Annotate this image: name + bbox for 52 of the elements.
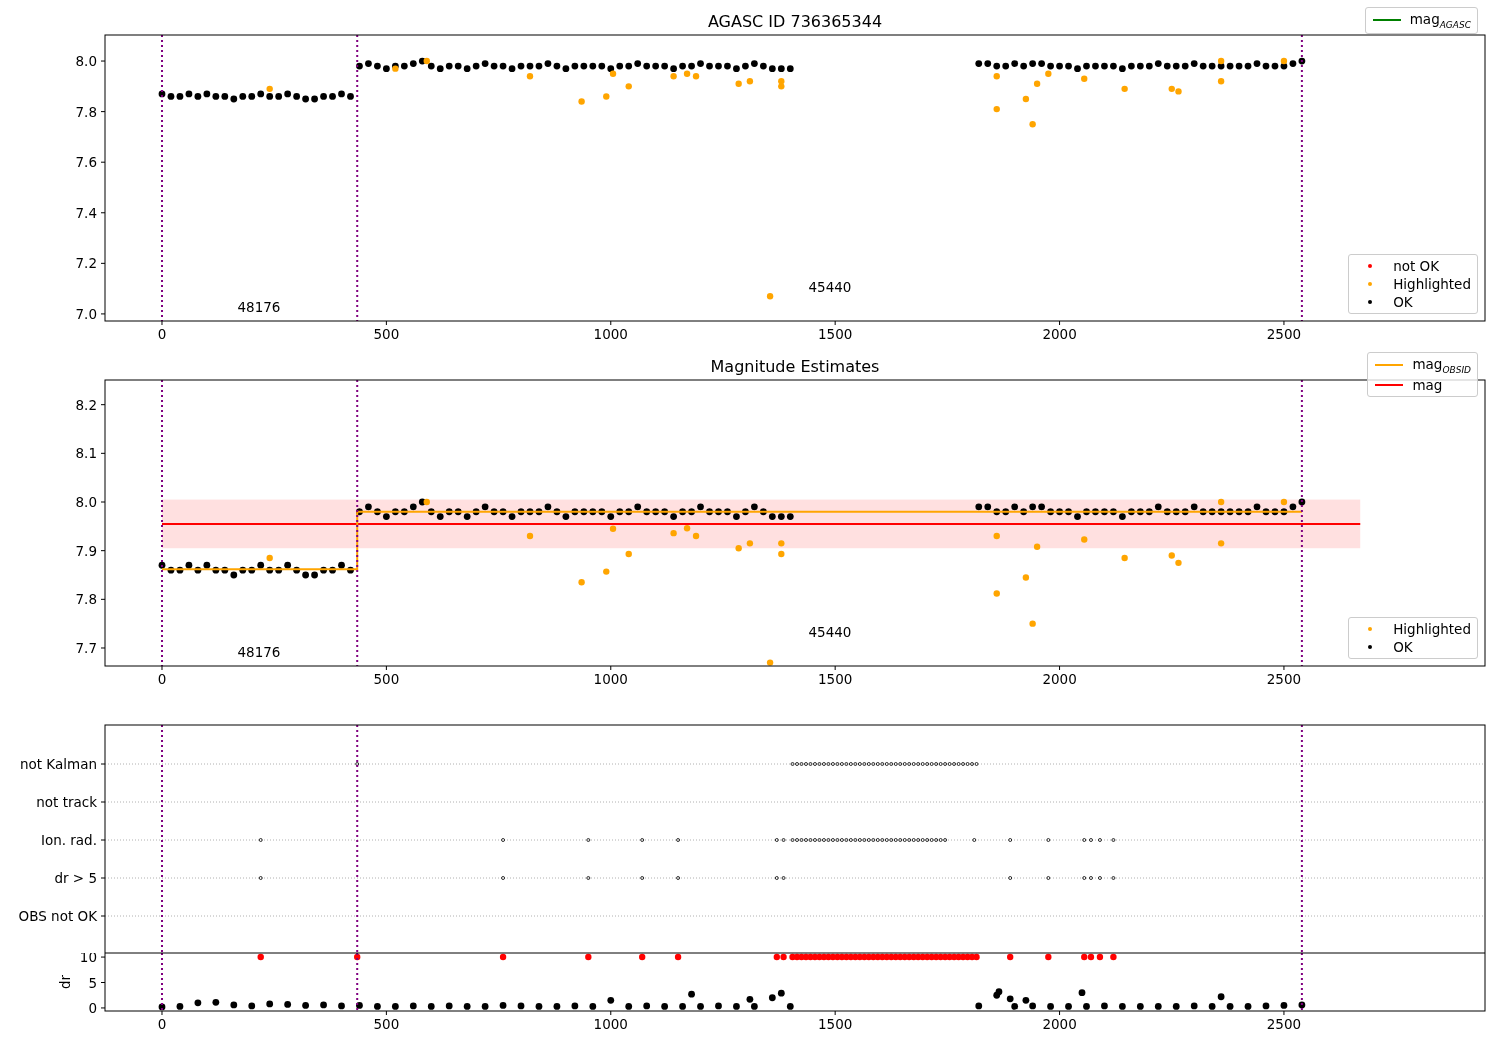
row-label: not Kalman bbox=[19, 756, 97, 772]
annotation-label: 48176 bbox=[237, 299, 281, 315]
tick-label: 7.0 bbox=[75, 305, 97, 322]
chart-title: Magnitude Estimates bbox=[710, 357, 880, 376]
tick-label: 500 bbox=[373, 671, 400, 687]
tick-label: 5 bbox=[88, 974, 97, 991]
row-label: dr > 5 bbox=[54, 870, 97, 886]
tick-label: 2500 bbox=[1266, 326, 1302, 342]
tick-label: 8.1 bbox=[75, 445, 97, 462]
tick-label: 2000 bbox=[1042, 326, 1077, 342]
tick-label: 8.0 bbox=[75, 53, 97, 70]
axis-title: dr bbox=[57, 974, 73, 990]
tick-label: 2500 bbox=[1266, 1016, 1302, 1032]
tick-label: 2500 bbox=[1266, 671, 1302, 687]
tick-label: 8.2 bbox=[75, 396, 97, 413]
tick-label: 7.9 bbox=[75, 542, 97, 559]
tick-label: 500 bbox=[373, 326, 400, 342]
tick-label: 0 bbox=[157, 671, 167, 687]
tick-label: 0 bbox=[157, 1016, 167, 1032]
tick-label: 7.8 bbox=[75, 591, 97, 608]
tick-label: 1000 bbox=[593, 1016, 628, 1032]
annotation-label: 45440 bbox=[808, 624, 852, 640]
tick-label: 1000 bbox=[593, 326, 628, 342]
tick-label: 500 bbox=[373, 1016, 400, 1032]
tick-label: 7.8 bbox=[75, 103, 97, 120]
legend-label: OK bbox=[1393, 639, 1413, 655]
row-label: OBS not OK bbox=[18, 908, 97, 924]
legend-label: not OK bbox=[1393, 258, 1440, 274]
tick-label: 0 bbox=[88, 999, 97, 1016]
tick-label: 7.2 bbox=[75, 255, 97, 272]
tick-label: 1500 bbox=[818, 671, 853, 687]
tick-label: 8.0 bbox=[75, 494, 97, 510]
legend-label: mag bbox=[1412, 376, 1443, 393]
tick-label: 1500 bbox=[818, 326, 853, 342]
legend-label: OK bbox=[1393, 294, 1413, 310]
annotation-label: 45440 bbox=[808, 279, 852, 295]
annotation-label: 48176 bbox=[237, 644, 281, 660]
tick-label: 7.4 bbox=[75, 204, 97, 221]
tick-label: 7.6 bbox=[75, 154, 97, 171]
row-label: Ion. rad. bbox=[40, 832, 97, 848]
chart-title: AGASC ID 736365344 bbox=[707, 12, 883, 31]
tick-label: 2000 bbox=[1042, 1016, 1077, 1032]
tick-label: 0 bbox=[157, 326, 167, 342]
tick-label: 7.7 bbox=[75, 640, 97, 656]
legend-label: mag$_{AGASC}$ bbox=[1409, 11, 1471, 30]
legend-label: Highlighted bbox=[1393, 621, 1471, 637]
row-label: not track bbox=[36, 794, 97, 810]
tick-label: 1000 bbox=[593, 671, 628, 687]
tick-label: 1500 bbox=[818, 1016, 853, 1032]
legend-label: Highlighted bbox=[1393, 276, 1471, 292]
legend-label: mag$_{OBSID}$ bbox=[1412, 356, 1471, 375]
tick-label: 2000 bbox=[1042, 671, 1077, 687]
